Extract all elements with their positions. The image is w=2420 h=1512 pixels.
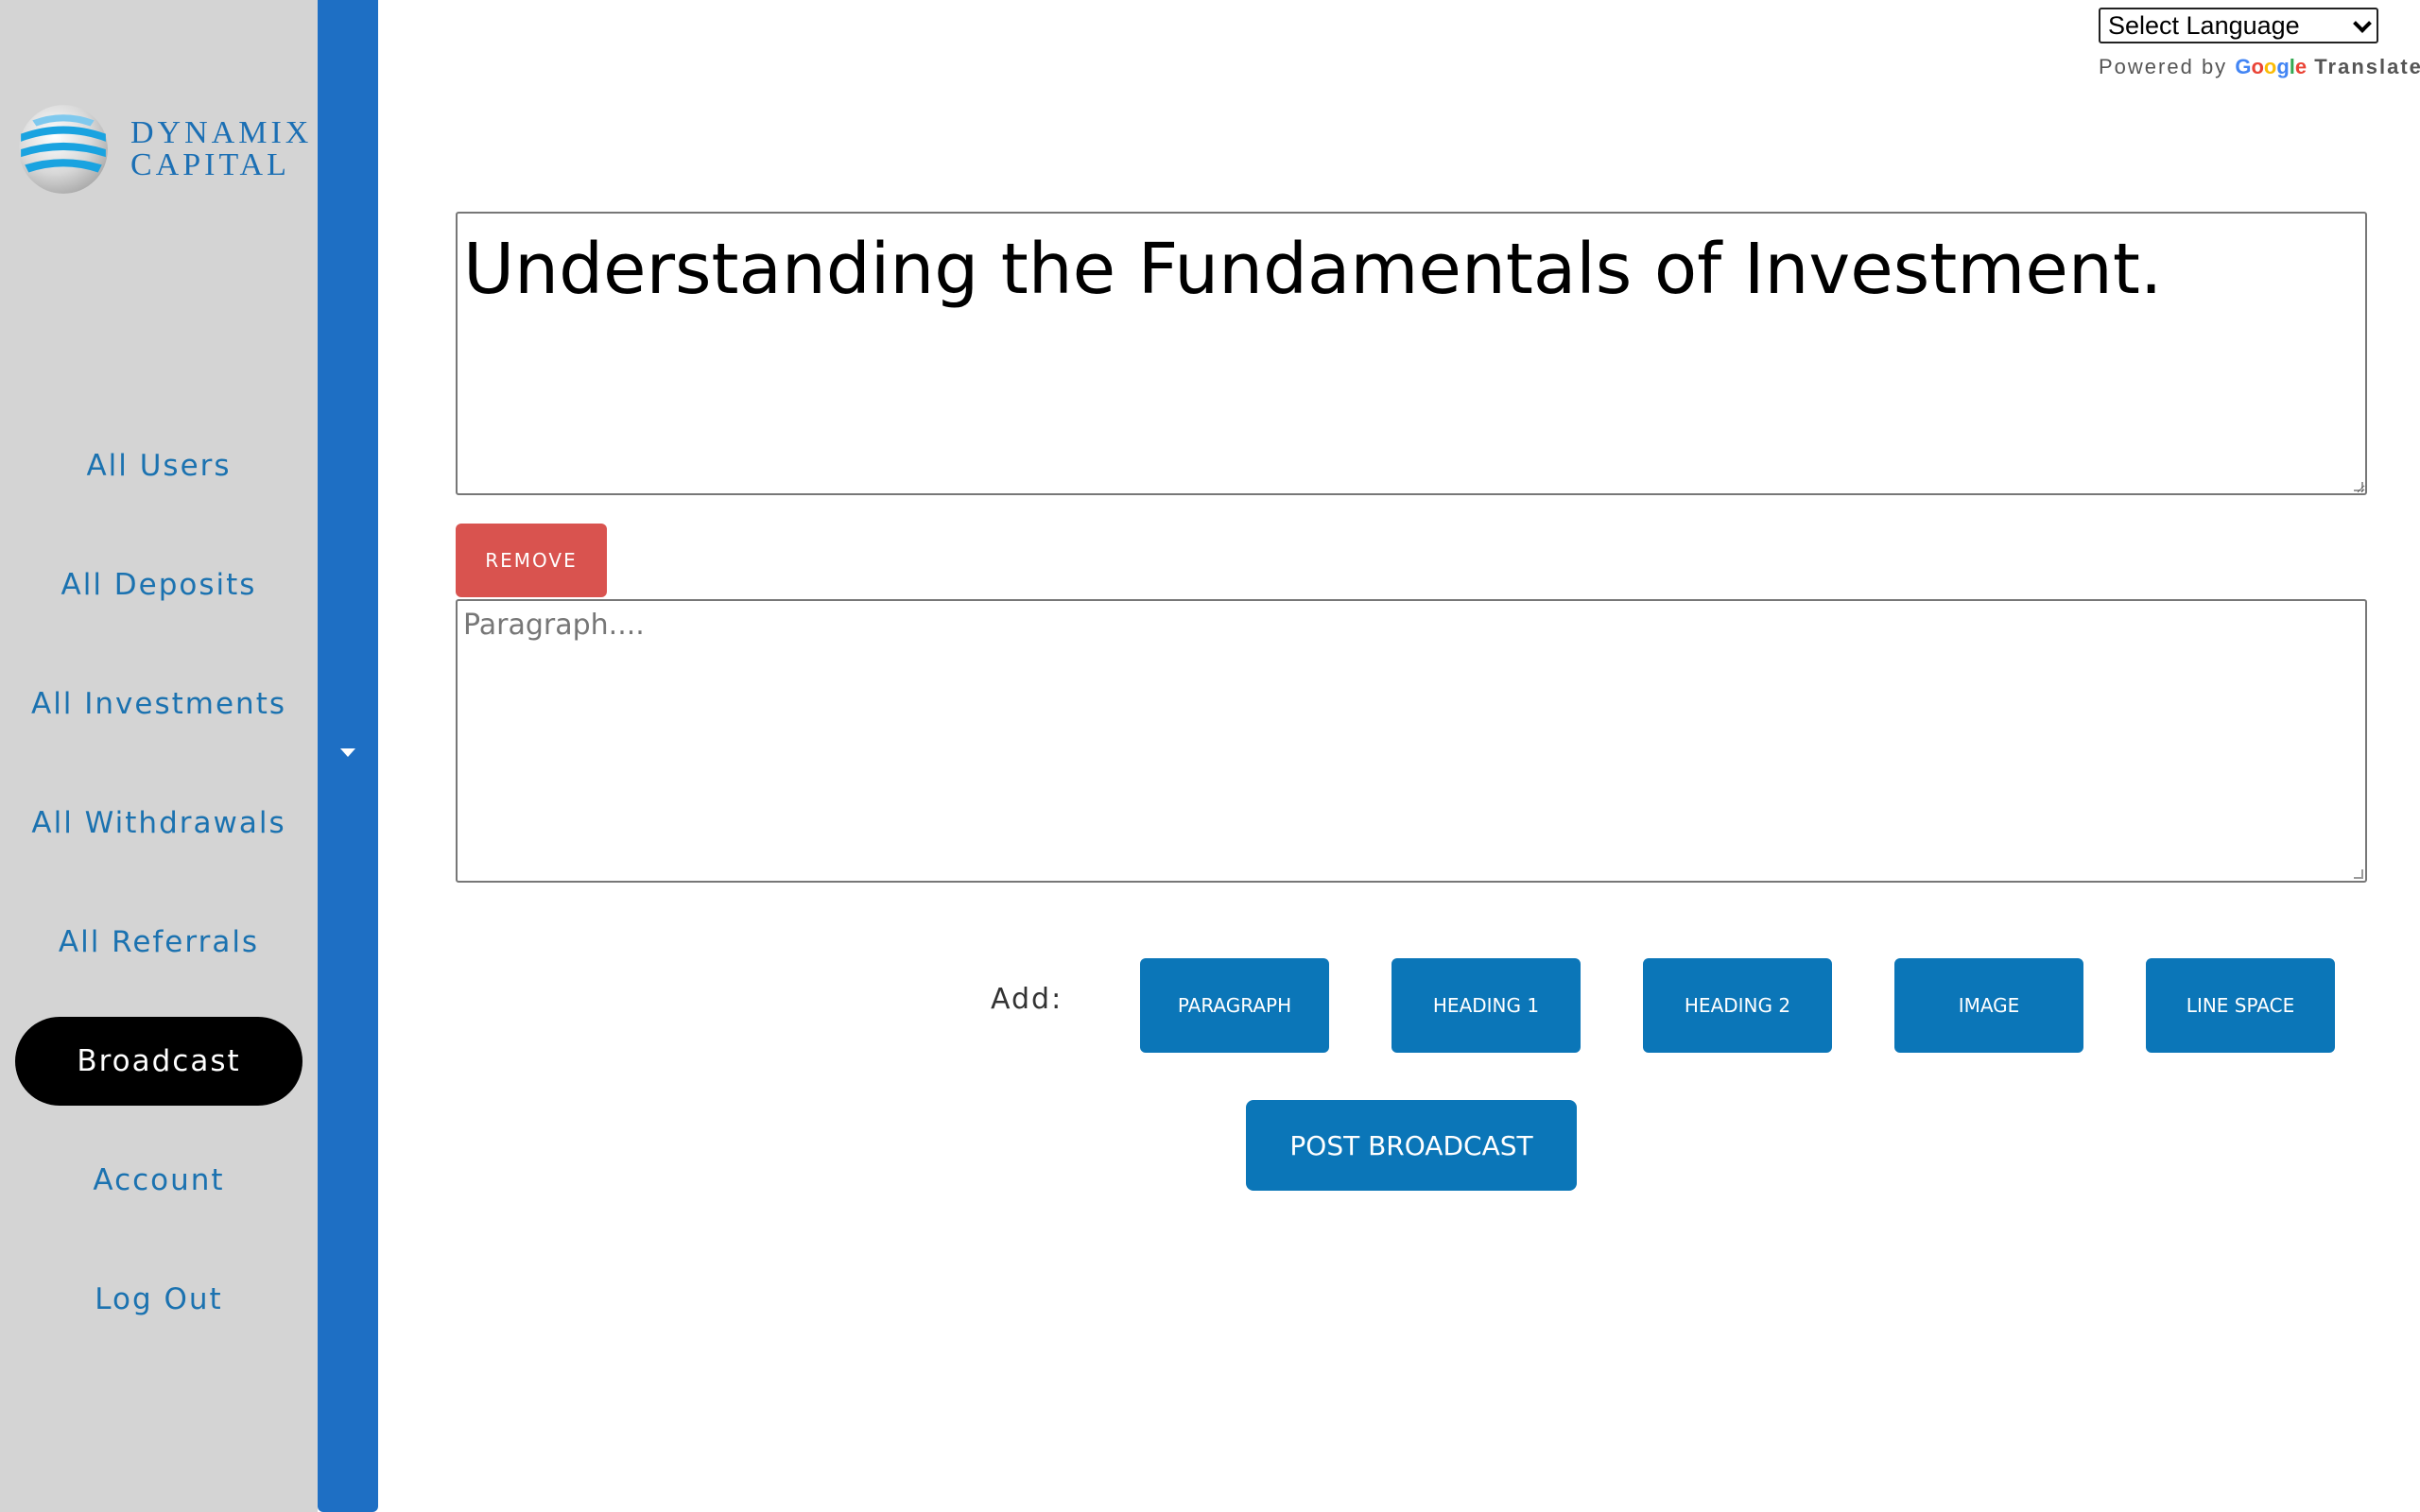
resize-handle-icon[interactable]	[2354, 482, 2363, 491]
sidebar-item-all-users[interactable]: All Users	[15, 421, 302, 510]
sidebar-item-account[interactable]: Account	[15, 1136, 302, 1225]
remove-block-button[interactable]: REMOVE	[456, 524, 607, 597]
add-line-space-button[interactable]: LINE SPACE	[2146, 958, 2335, 1053]
sidebar: DYNAMIX CAPITAL All Users All Deposits A…	[0, 0, 318, 1512]
powered-by-translate: Powered by Google Translate	[2099, 55, 2420, 79]
globe-logo-icon	[19, 105, 108, 194]
resize-handle-icon[interactable]	[2354, 869, 2363, 879]
heading-textarea[interactable]: Understanding the Fundamentals of Invest…	[456, 212, 2367, 495]
brand-logo[interactable]: DYNAMIX CAPITAL	[15, 100, 308, 198]
sidebar-item-log-out[interactable]: Log Out	[15, 1255, 302, 1344]
sidebar-item-broadcast[interactable]: Broadcast	[15, 1017, 302, 1106]
chevron-down-icon	[2353, 14, 2372, 33]
heading-textarea-value: Understanding the Fundamentals of Invest…	[463, 229, 2163, 310]
add-image-button[interactable]: IMAGE	[1894, 958, 2083, 1053]
paragraph-placeholder: Paragraph....	[463, 609, 645, 642]
sidebar-toggle-strip[interactable]	[318, 0, 378, 1512]
add-paragraph-button[interactable]: PARAGRAPH	[1140, 958, 1329, 1053]
brand-line-1: DYNAMIX	[130, 115, 313, 150]
brand-name: DYNAMIX CAPITAL	[130, 117, 312, 181]
sidebar-item-all-referrals[interactable]: All Referrals	[15, 898, 302, 987]
add-label: Add:	[991, 983, 1063, 1016]
google-logo[interactable]: Google	[2235, 55, 2307, 78]
paragraph-textarea[interactable]: Paragraph....	[456, 599, 2367, 883]
add-heading-2-button[interactable]: HEADING 2	[1643, 958, 1832, 1053]
google-translate-widget: Select Language Powered by Google Transl…	[2099, 8, 2420, 83]
sidebar-item-all-investments[interactable]: All Investments	[15, 660, 302, 748]
sidebar-item-all-withdrawals[interactable]: All Withdrawals	[15, 779, 302, 868]
post-broadcast-button[interactable]: POST BROADCAST	[1246, 1100, 1577, 1191]
brand-line-2: CAPITAL	[130, 147, 290, 182]
language-select-value: Select Language	[2108, 10, 2300, 40]
powered-by-label: Powered by	[2099, 55, 2228, 78]
sidebar-item-all-deposits[interactable]: All Deposits	[15, 541, 302, 629]
language-select[interactable]: Select Language	[2099, 8, 2378, 43]
translate-label[interactable]: Translate	[2314, 55, 2420, 78]
add-heading-1-button[interactable]: HEADING 1	[1392, 958, 1581, 1053]
caret-down-icon[interactable]	[340, 748, 355, 757]
